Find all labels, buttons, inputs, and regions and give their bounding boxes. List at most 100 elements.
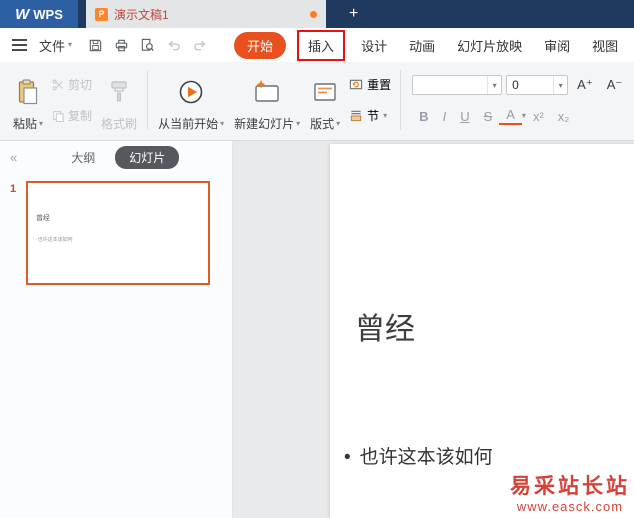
new-slide-icon [254,68,280,115]
print-preview-icon [141,38,154,51]
tab-slideshow[interactable]: 幻灯片放映 [446,31,533,60]
tab-slides[interactable]: 幻灯片 [115,145,180,169]
layout-button[interactable]: 版式 ▾ [305,67,345,133]
copy-label: 复制 [68,109,93,123]
play-from-current-label: 从当前开始 [158,117,219,131]
strikethrough-button[interactable]: S [477,109,500,124]
slide-bullet-line[interactable]: • 也许这本该如何 [344,442,493,469]
slide-panel: « 大纲 幻灯片 1 曾经 ·也许这本该如何 [0,141,233,518]
tab-home[interactable]: 开始 [234,31,287,59]
slide-canvas[interactable]: 曾经 • 也许这本该如何 [330,144,634,518]
cut-button[interactable]: 剪切 [52,76,92,93]
thumbnail-bullet: ·也许这本该如何 [36,237,73,243]
font-size-value: 0 [512,78,519,93]
bold-button[interactable]: B [412,109,435,124]
tab-animation[interactable]: 动画 [398,31,446,60]
tab-design[interactable]: 设计 [350,31,398,60]
chevron-down-icon: ▾ [336,118,341,128]
reset-button[interactable]: 重置 [349,76,391,93]
chevron-down-icon: ▾ [39,118,44,128]
cut-label: 剪切 [68,78,93,92]
slide-number: 1 [9,183,17,195]
copy-button[interactable]: 复制 [52,107,92,124]
file-menu-label: 文件 [39,38,66,54]
format-painter-brush-icon [109,68,129,115]
separator [147,70,149,130]
new-slide-label: 新建幻灯片 [234,117,295,131]
scissors-icon [52,79,63,90]
wps-menu-button[interactable]: W WPS [0,0,78,28]
redo-icon [193,40,206,50]
menu-icon[interactable] [12,39,27,51]
save-button[interactable] [84,34,107,56]
paste-button[interactable]: 粘贴 ▾ [8,67,48,133]
clipboard-group: 剪切 复制 [48,67,96,133]
document-tab[interactable]: P 演示文稿1 [86,0,326,28]
new-tab-button[interactable]: + [342,0,365,28]
document-tab-title: 演示文稿1 [114,7,169,22]
section-button[interactable]: 节 ▾ [349,107,391,124]
save-icon [89,39,102,51]
content-area: « 大纲 幻灯片 1 曾经 ·也许这本该如何 曾经 • 也许这本该如何 易采站长… [0,141,634,518]
panel-tabs: « 大纲 幻灯片 [0,141,232,173]
slide-thumbnail[interactable]: 曾经 ·也许这本该如何 [26,181,210,285]
titlebar: W WPS P 演示文稿1 + [0,0,634,28]
subscript-button[interactable]: x₂ [551,109,577,124]
font-color-button[interactable]: A [499,107,522,125]
reset-label: 重置 [367,78,392,92]
format-painter-button[interactable]: 格式刷 [96,67,142,133]
undo-button[interactable] [162,34,185,56]
watermark: 易采站长站 www.easck.com [510,474,630,515]
tab-review[interactable]: 审阅 [533,31,581,60]
wps-presentation-window: W WPS P 演示文稿1 + 文件 ▾ 开始 插入 设计 动画 幻灯片放映 审… [0,0,634,518]
copy-icon [53,110,64,122]
slide-title[interactable]: 曾经 [355,304,415,348]
paste-clipboard-icon [18,68,38,115]
paste-label: 粘贴 [13,117,38,131]
watermark-site-url: www.easck.com [516,499,624,515]
play-from-current-button[interactable]: 从当前开始 ▾ [153,67,229,133]
reset-section-group: 重置 节 ▾ [345,67,395,133]
separator [400,70,402,130]
italic-button[interactable]: I [436,109,454,124]
decrease-font-button[interactable]: A⁻ [602,77,628,93]
slide-editor: 曾经 • 也许这本该如何 易采站长站 www.easck.com [233,141,634,518]
underline-button[interactable]: U [453,109,476,124]
superscript-button[interactable]: x² [526,109,551,124]
tab-outline[interactable]: 大纲 [65,146,101,169]
tab-insert[interactable]: 插入 [297,29,346,61]
collapse-panel-icon[interactable]: « [10,150,17,165]
chevron-down-icon: ▾ [553,76,567,95]
watermark-site-name: 易采站长站 [510,475,630,499]
play-icon [178,68,204,115]
print-icon [115,39,128,51]
wps-logo-icon: W [15,5,30,23]
print-preview-button[interactable] [136,34,159,56]
presentation-file-icon: P [95,7,108,21]
ribbon-tabs: 开始 插入 设计 动画 幻灯片放映 审阅 视图 [234,29,629,61]
chevron-down-icon: ▾ [487,76,501,95]
section-label: 节 [367,109,380,123]
chevron-down-icon: ▾ [220,118,225,128]
undo-icon [167,40,180,50]
menubar: 文件 ▾ 开始 插入 设计 动画 幻灯片放映 审阅 视图 [0,28,634,62]
slide-list-item[interactable]: 1 曾经 ·也许这本该如何 [0,181,232,285]
chevron-down-icon: ▾ [383,110,388,120]
bullet-marker: • [344,447,351,468]
tab-view[interactable]: 视图 [581,31,629,60]
thumbnail-title: 曾经 [36,215,50,222]
format-painter-label: 格式刷 [101,117,138,131]
font-group: ▾ 0 ▾ A⁺ A⁻ B I U S A ▾ x² x₂ [406,67,630,133]
new-slide-button[interactable]: 新建幻灯片 ▾ [229,67,305,133]
redo-button[interactable] [188,34,211,56]
print-button[interactable] [110,34,133,56]
font-family-select[interactable]: ▾ [412,75,503,96]
increase-font-button[interactable]: A⁺ [572,77,598,93]
unsaved-indicator-dot[interactable] [310,10,317,18]
wps-logo-text: WPS [33,6,63,22]
layout-icon [313,68,337,115]
file-menu[interactable]: 文件 ▾ [39,36,72,55]
slide-bullet-text: 也许这本该如何 [359,447,493,468]
font-size-select[interactable]: 0 ▾ [506,75,569,96]
reset-icon [350,79,363,90]
